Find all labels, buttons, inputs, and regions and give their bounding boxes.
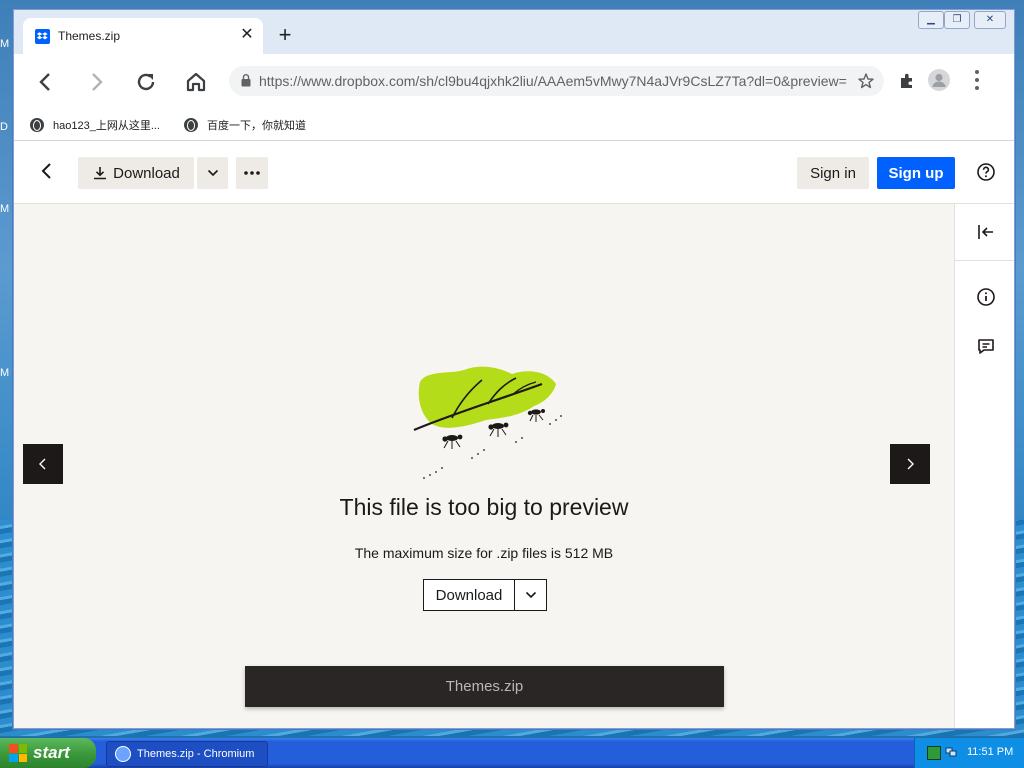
- taskbar-item-label: Themes.zip - Chromium: [137, 748, 255, 760]
- address-bar[interactable]: https://www.dropbox.com/sh/cl9bu4qjxhk2l…: [229, 66, 884, 96]
- new-tab-button[interactable]: +: [273, 24, 297, 48]
- more-actions-button[interactable]: [236, 157, 268, 189]
- file-name-bar: Themes.zip: [245, 666, 724, 707]
- desktop-edge-letter: D: [0, 121, 8, 133]
- clock: 11:51 PM: [967, 746, 1014, 758]
- lock-icon: [241, 74, 251, 87]
- inline-download-button[interactable]: Download: [424, 580, 515, 610]
- comment-icon[interactable]: [975, 335, 997, 357]
- globe-icon: [184, 118, 198, 132]
- preview-subtitle: The maximum size for .zip files is 512 M…: [354, 545, 614, 561]
- desktop-edge-letter: M: [0, 203, 10, 215]
- browser-toolbar: https://www.dropbox.com/sh/cl9bu4qjxhk2l…: [14, 54, 1014, 110]
- desktop-edge-letter: M: [0, 38, 10, 50]
- chromium-icon: [115, 746, 131, 762]
- home-icon[interactable]: [182, 68, 210, 96]
- tab-strip: Themes.zip ✕ + ▁ ❐ ✕: [14, 10, 1014, 54]
- collapse-sidebar-icon[interactable]: [975, 221, 997, 243]
- chevron-left-icon: [39, 458, 46, 470]
- chevron-down-icon: [525, 591, 536, 599]
- extensions-puzzle-icon[interactable]: [898, 72, 916, 90]
- download-label: Download: [113, 164, 180, 182]
- sign-up-button[interactable]: Sign up: [877, 157, 955, 189]
- bookmark-label: 百度一下，你就知道: [207, 120, 306, 132]
- dropbox-favicon-icon: [35, 29, 50, 44]
- minimize-icon[interactable]: ▁: [918, 11, 944, 29]
- tab-close-icon[interactable]: ✕: [237, 25, 257, 45]
- forward-arrow-icon[interactable]: [82, 68, 110, 96]
- back-arrow-icon[interactable]: [32, 68, 60, 96]
- url-text: https://www.dropbox.com/sh/cl9bu4qjxhk2l…: [259, 73, 847, 89]
- system-tray: 11:51 PM: [914, 738, 1024, 768]
- globe-icon: [30, 118, 44, 132]
- taskbar-item-chromium[interactable]: Themes.zip - Chromium: [106, 741, 268, 767]
- tab-themes-zip[interactable]: Themes.zip ✕: [23, 18, 263, 54]
- bookmark-baidu[interactable]: 百度一下，你就知道: [184, 114, 306, 136]
- bookmark-hao123[interactable]: hao123_上网从这里...: [30, 114, 160, 136]
- file-preview-area: This file is too big to preview The maxi…: [14, 204, 954, 728]
- ellipsis-icon: [244, 171, 260, 175]
- right-sidebar: [954, 204, 1014, 728]
- back-chevron-icon[interactable]: [36, 160, 58, 182]
- reload-icon[interactable]: [132, 68, 160, 96]
- dropbox-header: Download Sign in Sign up: [14, 141, 1014, 204]
- download-button[interactable]: Download: [78, 157, 194, 189]
- network-icon[interactable]: [945, 746, 957, 758]
- bookmark-star-icon[interactable]: [857, 72, 875, 90]
- bookmark-label: hao123_上网从这里...: [53, 120, 160, 132]
- download-icon: [94, 167, 107, 180]
- previous-file-button[interactable]: [23, 444, 63, 484]
- inline-download-split-button: Download: [423, 579, 547, 611]
- taskbar: start Themes.zip - Chromium 11:51 PM: [0, 738, 1024, 768]
- inline-download-options-button[interactable]: [515, 580, 546, 610]
- chevron-right-icon: [907, 458, 914, 470]
- sidebar-divider: [955, 260, 1014, 261]
- bookmarks-bar: hao123_上网从这里... 百度一下，你就知道: [14, 110, 1014, 141]
- restore-icon[interactable]: ❐: [944, 11, 970, 29]
- tray-app-icon[interactable]: [927, 746, 941, 760]
- ants-carrying-leaf-illustration: [413, 366, 562, 479]
- start-button[interactable]: start: [0, 738, 96, 768]
- desktop-edge-letter: M: [0, 367, 10, 379]
- windows-flag-icon: [9, 744, 27, 762]
- preview-title: This file is too big to preview: [339, 494, 629, 520]
- sign-in-button[interactable]: Sign in: [797, 157, 869, 189]
- start-label: start: [33, 743, 70, 762]
- next-file-button[interactable]: [890, 444, 930, 484]
- download-options-button[interactable]: [197, 157, 228, 189]
- info-icon[interactable]: [975, 286, 997, 308]
- browser-menu-icon[interactable]: [972, 68, 982, 94]
- chevron-down-icon: [207, 169, 218, 177]
- profile-avatar-icon[interactable]: [928, 69, 950, 91]
- tab-title: Themes.zip: [58, 29, 121, 43]
- help-question-icon[interactable]: [976, 162, 996, 182]
- close-window-icon[interactable]: ✕: [974, 11, 1006, 29]
- browser-window: Themes.zip ✕ + ▁ ❐ ✕ https://www.dropbox…: [13, 9, 1015, 729]
